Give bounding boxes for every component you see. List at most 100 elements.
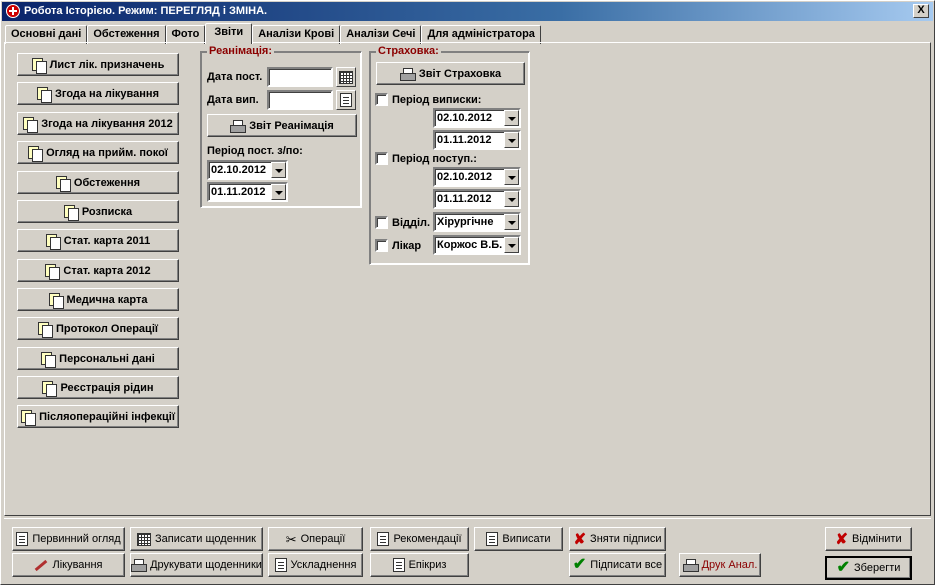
reanimation-group: Реанімація: Дата пост. Дата вип. Звіт Ре… (200, 45, 362, 208)
docs-icon (31, 57, 47, 74)
date-admit-input[interactable] (267, 67, 333, 87)
main-window: Робота Історією. Режим: ПЕРЕГЛЯД і ЗМІНА… (0, 0, 935, 585)
recommendations-button[interactable]: Рекомендації (370, 527, 469, 551)
chevron-down-icon[interactable] (504, 214, 519, 230)
report-button-treatment-consent-2012[interactable]: Згода на лікування 2012 (17, 112, 179, 135)
discharge-to-select[interactable]: 01.11.2012 (433, 130, 521, 150)
print-diaries-button[interactable]: Друкувати щоденники (130, 553, 263, 577)
calendar-icon (339, 70, 353, 84)
calendar-icon (137, 532, 152, 546)
report-button-receipt[interactable]: Розписка (17, 200, 179, 223)
insurance-group: Страховка: Звіт Страховка Період виписки… (369, 45, 530, 265)
checkbox-box[interactable] (375, 93, 388, 106)
scissors-icon: ✂ (285, 531, 297, 547)
close-button[interactable]: X (913, 4, 929, 18)
report-button-personal-data[interactable]: Персональні дані (17, 347, 179, 370)
report-button-stat-card-2012[interactable]: Стат. карта 2012 (17, 259, 179, 282)
insurance-report-button[interactable]: Звіт Страховка (376, 62, 525, 85)
document-icon (377, 532, 390, 546)
red-x-icon: ✘ (835, 530, 848, 548)
printer-icon (131, 559, 148, 572)
printer-icon (230, 119, 247, 133)
bottom-toolbar: Первинний огляд Записати щоденник ✂ Опера… (4, 518, 931, 582)
treatment-button[interactable]: Лікування (12, 553, 125, 577)
discharges-button[interactable]: Виписати (474, 527, 563, 551)
docs-icon (42, 380, 58, 397)
save-button[interactable]: ✔ Зберегти (825, 556, 912, 580)
app-icon (6, 4, 20, 18)
admit-to-select[interactable]: 01.11.2012 (433, 189, 521, 209)
discharge-period-checkbox[interactable]: Період виписки: (375, 93, 481, 106)
chevron-down-icon[interactable] (504, 191, 519, 207)
remove-signatures-button[interactable]: ✘ Зняти підписи (569, 527, 666, 551)
report-button-prescription-sheet[interactable]: Лист лік. призначень (17, 53, 179, 76)
report-button-operation-protocol[interactable]: Протокол Операції (17, 317, 179, 340)
doctor-checkbox[interactable]: Лікар (375, 239, 421, 252)
date-admit-label: Дата пост. (207, 71, 263, 83)
reanimation-report-button[interactable]: Звіт Реанімація (207, 114, 357, 137)
report-button-medical-card[interactable]: Медична карта (17, 288, 179, 311)
tab-strip: Основні дані Обстеження Фото Звіти Аналі… (5, 23, 541, 44)
print-analysis-button[interactable]: Друк Анал. (679, 553, 761, 577)
red-x-icon: ✘ (573, 530, 587, 548)
department-checkbox[interactable]: Відділ. (375, 216, 430, 229)
checkbox-box[interactable] (375, 152, 388, 165)
window-title: Робота Історією. Режим: ПЕРЕГЛЯД і ЗМІНА… (24, 5, 268, 17)
document-icon (16, 532, 29, 546)
printer-icon (399, 67, 416, 81)
docs-icon (63, 204, 79, 221)
period-from-select[interactable]: 02.10.2012 (207, 160, 288, 180)
blank-doc-button[interactable] (336, 90, 356, 110)
date-discharge-input[interactable] (267, 90, 333, 110)
report-button-reception-exam[interactable]: Огляд на прийм. покої (17, 141, 179, 164)
report-button-examination[interactable]: Обстеження (17, 171, 179, 194)
tab-reports[interactable]: Звіти (205, 23, 253, 44)
discharge-from-select[interactable]: 02.10.2012 (433, 108, 521, 128)
docs-icon (45, 233, 61, 250)
insurance-title: Страховка: (376, 45, 441, 57)
admit-period-checkbox[interactable]: Період поступ.: (375, 152, 477, 165)
report-button-stat-card-2011[interactable]: Стат. карта 2011 (17, 229, 179, 252)
checkbox-box[interactable] (375, 239, 388, 252)
document-icon (340, 93, 352, 107)
initial-exam-button[interactable]: Первинний огляд (12, 527, 125, 551)
chevron-down-icon[interactable] (504, 110, 519, 126)
document-icon (274, 558, 287, 572)
sign-all-button[interactable]: ✔ Підписати все (569, 553, 666, 577)
report-button-fluid-registration[interactable]: Реєстрація рідин (17, 376, 179, 399)
report-button-postop-infections[interactable]: Післяопераційні інфекції (17, 405, 179, 428)
period-to-select[interactable]: 01.11.2012 (207, 182, 288, 202)
chevron-down-icon[interactable] (271, 162, 286, 178)
chevron-down-icon[interactable] (504, 132, 519, 148)
document-icon (392, 558, 405, 572)
syringe-icon (35, 559, 48, 571)
checkbox-box[interactable] (375, 216, 388, 229)
reanimation-title: Реанімація: (207, 45, 275, 57)
docs-icon (45, 263, 61, 280)
complications-button[interactable]: Ускладнення (268, 553, 363, 577)
docs-icon (48, 292, 64, 309)
report-button-treatment-consent[interactable]: Згода на лікування (17, 82, 179, 105)
cancel-button[interactable]: ✘ Відмінити (825, 527, 912, 551)
green-check-icon: ✔ (572, 556, 587, 573)
date-discharge-label: Дата вип. (207, 94, 259, 106)
printer-icon (682, 559, 699, 572)
admit-from-select[interactable]: 02.10.2012 (433, 167, 521, 187)
docs-icon (38, 321, 54, 338)
chevron-down-icon[interactable] (504, 169, 519, 185)
calendar-button[interactable] (336, 67, 356, 87)
period-label: Період пост. з/по: (207, 145, 303, 157)
docs-icon (21, 409, 37, 426)
doctor-select[interactable]: Коржос В.Б. (433, 235, 521, 255)
department-select[interactable]: Хірургічне (433, 212, 521, 232)
chevron-down-icon[interactable] (271, 184, 286, 200)
title-bar: Робота Історією. Режим: ПЕРЕГЛЯД і ЗМІНА… (2, 2, 933, 21)
docs-icon (41, 351, 57, 368)
write-diary-button[interactable]: Записати щоденник (130, 527, 263, 551)
docs-icon (23, 116, 39, 133)
operations-button[interactable]: ✂ Операції (268, 527, 363, 551)
docs-icon (28, 145, 44, 162)
document-icon (486, 532, 499, 546)
epicrisis-button[interactable]: Епікриз (370, 553, 469, 577)
chevron-down-icon[interactable] (504, 237, 519, 253)
